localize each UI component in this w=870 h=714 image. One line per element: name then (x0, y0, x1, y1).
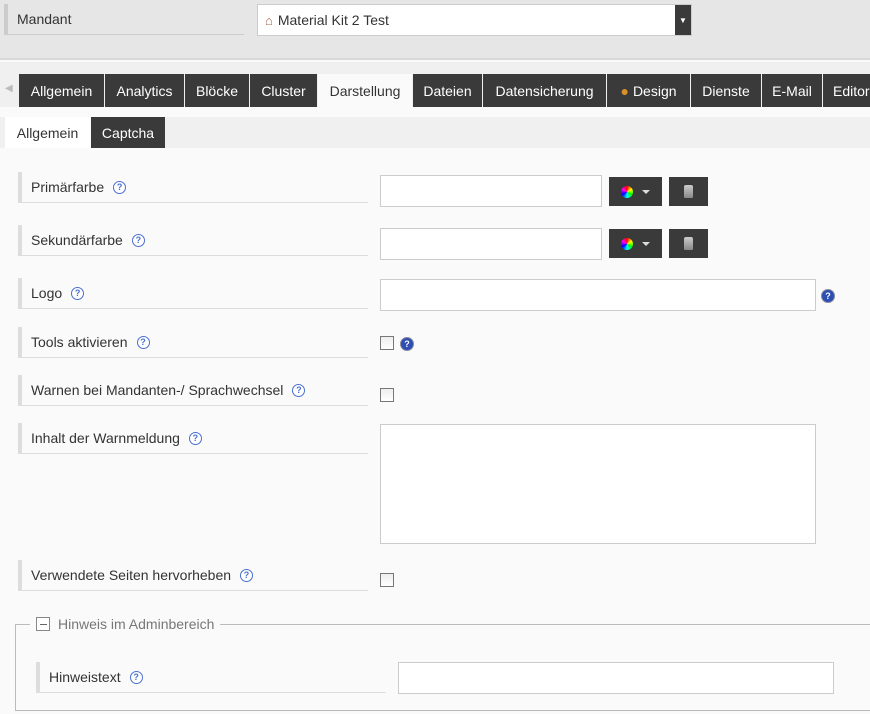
label-text: Tools aktivieren (31, 334, 128, 350)
spacer (0, 62, 870, 74)
color-picker-button[interactable] (609, 229, 662, 258)
label-text: Primärfarbe (31, 179, 105, 195)
main-tabs: ◀ Allgemein Analytics Blöcke Cluster Dar… (0, 74, 870, 107)
help-icon[interactable]: ? (292, 383, 306, 397)
help-icon[interactable]: ? (113, 180, 127, 194)
tab-design[interactable]: ● Design (607, 74, 690, 107)
spacer (165, 117, 870, 148)
help-icon[interactable]: ? (136, 335, 150, 349)
label-text: Inhalt der Warnmeldung (31, 430, 180, 446)
warn-text-textarea[interactable] (380, 424, 816, 544)
mandant-select[interactable]: ⌂ Material Kit 2 Test ▼ (257, 4, 692, 36)
warn-checkbox[interactable] (380, 388, 394, 402)
tab-datensicherung[interactable]: Datensicherung (483, 74, 606, 107)
label-text: Warnen bei Mandanten-/ Sprachwechsel (31, 382, 284, 398)
secondary-color-label: Sekundärfarbe? (18, 225, 368, 256)
hint-text-label: Hinweistext? (36, 662, 386, 693)
tab-design-label: Design (632, 82, 677, 99)
tab-email[interactable]: E-Mail (762, 74, 822, 107)
color-wheel-icon (621, 185, 633, 198)
color-picker-button[interactable] (609, 177, 662, 206)
color-wheel-icon (621, 237, 633, 250)
label-text: Hinweistext (49, 669, 121, 685)
tab-dienste[interactable]: Dienste (691, 74, 761, 107)
tab-editor[interactable]: Editor (823, 74, 870, 107)
caret-down-icon (642, 241, 650, 246)
subtab-captcha[interactable]: Captcha (91, 117, 165, 148)
warn-text-label: Inhalt der Warnmeldung? (18, 423, 368, 454)
highlight-label: Verwendete Seiten hervorheben? (18, 560, 368, 591)
admin-hint-legend[interactable]: Hinweis im Adminbereich (30, 614, 221, 634)
caret-down-icon (642, 189, 650, 194)
palette-icon: ● (620, 82, 629, 99)
secondary-color-input[interactable] (380, 228, 602, 260)
tab-allgemein[interactable]: Allgemein (19, 74, 104, 107)
spacer (0, 117, 5, 148)
clear-color-button[interactable] (669, 229, 708, 258)
logo-input[interactable] (380, 279, 816, 311)
help-icon[interactable]: ? (240, 568, 254, 582)
help-icon[interactable]: ? (131, 233, 145, 247)
help-icon[interactable]: ? (821, 289, 835, 303)
mandant-label: Mandant (4, 4, 244, 35)
trash-icon (684, 185, 693, 198)
tab-bloecke[interactable]: Blöcke (185, 74, 249, 107)
trash-icon (684, 237, 693, 250)
scroll-left-icon[interactable]: ◀ (5, 83, 13, 94)
clear-color-button[interactable] (669, 177, 708, 206)
tab-cluster[interactable]: Cluster (250, 74, 317, 107)
logo-label: Logo? (18, 278, 368, 309)
mandant-value: Material Kit 2 Test (277, 12, 389, 28)
highlight-checkbox[interactable] (380, 573, 394, 587)
help-icon[interactable]: ? (129, 670, 143, 684)
help-icon[interactable]: ? (400, 337, 414, 351)
hint-text-input[interactable] (398, 662, 834, 694)
tools-label: Tools aktivieren? (18, 327, 368, 358)
tab-darstellung[interactable]: Darstellung (318, 74, 412, 107)
tools-checkbox[interactable] (380, 336, 394, 350)
label-text: Verwendete Seiten hervorheben (31, 567, 232, 583)
tab-analytics[interactable]: Analytics (105, 74, 184, 107)
tab-dateien[interactable]: Dateien (413, 74, 482, 107)
chevron-down-icon[interactable]: ▼ (675, 5, 691, 35)
warn-label: Warnen bei Mandanten-/ Sprachwechsel? (18, 375, 368, 406)
primary-color-label: Primärfarbe? (18, 172, 368, 203)
legend-text: Hinweis im Adminbereich (58, 616, 215, 632)
label-text: Logo (31, 285, 63, 301)
collapse-icon[interactable] (36, 617, 50, 631)
primary-color-input[interactable] (380, 175, 602, 207)
subtab-allgemein[interactable]: Allgemein (5, 117, 90, 148)
label-text: Sekundärfarbe (31, 232, 123, 248)
help-icon[interactable]: ? (188, 431, 202, 445)
house-icon: ⌂ (265, 12, 273, 28)
help-icon[interactable]: ? (71, 286, 85, 300)
